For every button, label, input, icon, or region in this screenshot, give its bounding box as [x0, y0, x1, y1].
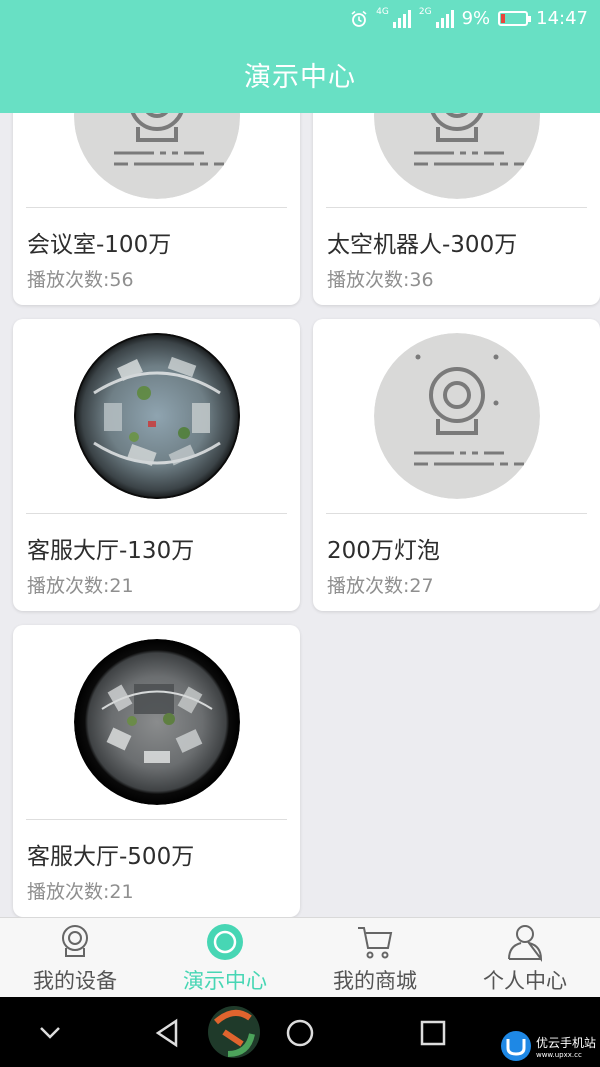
page-title: 演示中心 — [244, 62, 356, 93]
camera-placeholder-icon — [374, 113, 540, 199]
tab-label: 我的商城 — [333, 969, 417, 993]
camera-name: 会议室-100万 — [27, 232, 172, 258]
play-count: 播放次数:56 — [27, 269, 134, 291]
status-bar: 4G 2G 9% 14:47 — [0, 0, 600, 40]
watermark-logo-icon — [500, 1031, 531, 1061]
home-icon[interactable] — [278, 1011, 322, 1055]
watermark: 优云手机站 www.upxx.cc — [499, 1029, 596, 1063]
camera-name: 客服大厅-500万 — [27, 844, 195, 870]
camera-card[interactable]: 200万灯泡 播放次数:27 — [313, 319, 600, 611]
camera-card[interactable]: 客服大厅-500万 播放次数:21 — [13, 625, 300, 917]
camera-name: 客服大厅-130万 — [27, 538, 195, 564]
cart-icon — [358, 927, 393, 959]
app-logo — [208, 1006, 260, 1058]
status-icons: 4G 2G 9% 14:47 — [350, 8, 588, 29]
camera-placeholder-icon — [374, 333, 540, 499]
tab-my-devices[interactable]: 我的设备 — [0, 918, 150, 998]
battery-percent: 9% — [461, 8, 491, 29]
camera-placeholder-icon — [74, 113, 240, 199]
tab-label: 个人中心 — [483, 969, 567, 993]
tab-label: 我的设备 — [33, 969, 117, 993]
tab-personal-center[interactable]: 个人中心 — [450, 918, 600, 998]
clock: 14:47 — [536, 8, 588, 29]
network-type-2: 2G — [418, 7, 432, 17]
fisheye-preview — [74, 333, 240, 499]
alarm-icon — [351, 10, 367, 27]
camera-card[interactable]: 客服大厅-130万 播放次数:21 — [13, 319, 300, 611]
signal-icon — [435, 9, 454, 28]
bottom-tab-bar: 我的设备 演示中心 我的商城 个人中心 — [0, 917, 600, 997]
play-count: 播放次数:36 — [327, 269, 434, 291]
watermark-url: www.upxx.cc — [535, 1050, 582, 1059]
system-nav-bar: 优云手机站 www.upxx.cc — [0, 997, 600, 1067]
battery-icon — [498, 11, 532, 26]
play-count: 播放次数:21 — [27, 575, 134, 597]
camera-card[interactable]: 太空机器人-300万 播放次数:36 — [313, 113, 600, 305]
demo-circle-icon — [207, 924, 243, 960]
app-header: 演示中心 — [0, 40, 600, 113]
chevron-down-icon[interactable] — [28, 1011, 72, 1055]
camera-card[interactable]: 会议室-100万 播放次数:56 — [13, 113, 300, 305]
tab-demo-center[interactable]: 演示中心 — [150, 918, 300, 998]
watermark-text: 优云手机站 — [535, 1035, 596, 1050]
play-count: 播放次数:27 — [327, 575, 434, 597]
tab-my-store[interactable]: 我的商城 — [300, 918, 450, 998]
play-count: 播放次数:21 — [27, 881, 134, 903]
camera-name: 太空机器人-300万 — [327, 232, 518, 258]
signal-icon — [392, 9, 411, 28]
camera-grid[interactable]: 会议室-100万 播放次数:56 太空机器人-300万 播放次数:36 客服大厅… — [0, 113, 600, 917]
network-type-1: 4G — [376, 7, 389, 17]
recents-icon[interactable] — [411, 1011, 455, 1055]
camera-icon — [62, 925, 88, 957]
camera-name: 200万灯泡 — [327, 538, 440, 564]
tab-label: 演示中心 — [183, 969, 267, 993]
back-icon[interactable] — [146, 1011, 190, 1055]
person-icon — [508, 925, 543, 962]
fisheye-preview — [74, 639, 240, 805]
